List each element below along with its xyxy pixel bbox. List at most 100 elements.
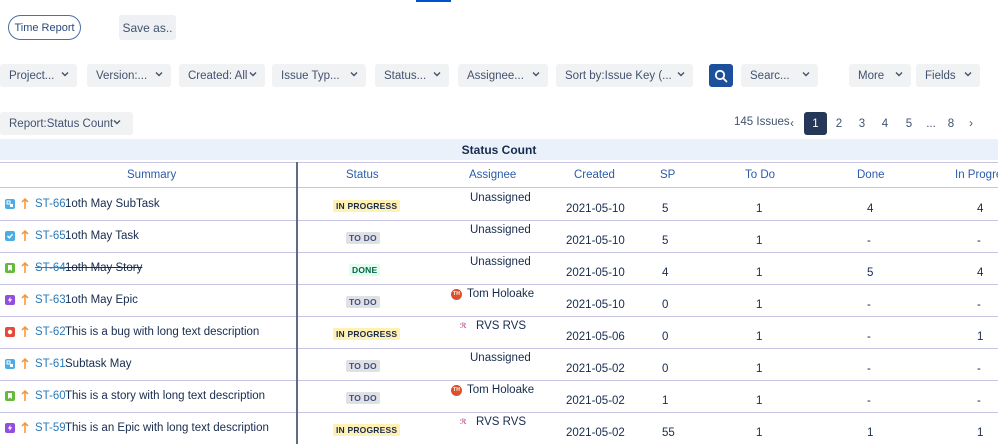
- version-filter[interactable]: Version:...: [87, 64, 171, 87]
- chevron-down-icon: [350, 70, 358, 78]
- todo-cell: 1: [756, 299, 763, 311]
- done-cell: 1: [867, 427, 874, 439]
- issue-key-link[interactable]: ST-62: [35, 326, 66, 338]
- search-button[interactable]: [709, 64, 733, 87]
- column-header-created[interactable]: Created: [574, 169, 615, 181]
- issue-key-link[interactable]: ST-61: [35, 358, 66, 370]
- column-header-done[interactable]: Done: [857, 169, 885, 181]
- chevron-down-icon: [802, 70, 810, 78]
- issue-summary[interactable]: This is an Epic with long text descripti…: [65, 422, 269, 434]
- column-header-status[interactable]: Status: [346, 169, 379, 181]
- table-row[interactable]: ST-60 This is a story with long text desc…: [0, 381, 998, 413]
- time-report-button[interactable]: Time Report: [8, 15, 81, 40]
- issue-key-link[interactable]: ST-60: [35, 390, 66, 402]
- issue-summary[interactable]: 1oth May Epic: [65, 294, 138, 306]
- page-1-button[interactable]: 1: [804, 112, 827, 135]
- assignee-name: Unassigned: [470, 224, 531, 236]
- assignee-cell: TH Tom Holoake: [451, 288, 534, 300]
- table-row[interactable]: ST-64 1oth May Story DONE Unassigned 2021-05…: [0, 253, 998, 285]
- sp-cell: 5: [662, 203, 669, 215]
- table-row[interactable]: ST-62 This is a bug with long text descri…: [0, 317, 998, 349]
- issue-key-link[interactable]: ST-64: [35, 262, 66, 274]
- status-badge: TO DO: [346, 296, 380, 308]
- created-cell: 2021-05-10: [566, 267, 625, 279]
- chevron-down-icon: [433, 70, 441, 78]
- column-header-summary[interactable]: Summary: [127, 169, 176, 181]
- column-header-sp[interactable]: SP: [660, 169, 675, 181]
- pagination-next[interactable]: ›: [964, 112, 978, 135]
- created-filter[interactable]: Created: All: [179, 64, 265, 87]
- sp-cell: 0: [662, 299, 669, 311]
- table-row[interactable]: ST-63 1oth May Epic TO DO TH Tom Holoake 2021…: [0, 285, 998, 317]
- todo-cell: 1: [756, 331, 763, 343]
- filter-label: Issue Typ...: [281, 69, 340, 82]
- page-4-button[interactable]: 4: [876, 112, 894, 135]
- fields-button[interactable]: Fields: [916, 64, 980, 87]
- column-header-assignee[interactable]: Assignee: [469, 169, 516, 181]
- page-3-button[interactable]: 3: [853, 112, 871, 135]
- issue-type-filter[interactable]: Issue Typ...: [272, 64, 366, 87]
- project-filter[interactable]: Project...: [0, 64, 77, 87]
- status-badge: TO DO: [346, 392, 380, 404]
- avatar: TH: [451, 384, 462, 396]
- issue-key-link[interactable]: ST-66: [35, 198, 66, 210]
- sp-cell: 5: [662, 235, 669, 247]
- arrow-up-icon: [21, 325, 29, 338]
- filter-label: Created: All: [188, 69, 248, 82]
- report-title: Status Count: [0, 139, 998, 160]
- column-header-todo[interactable]: To Do: [745, 169, 775, 181]
- assignee-cell: Unassigned: [470, 224, 531, 236]
- story-icon: [5, 263, 15, 273]
- issue-key-link[interactable]: ST-59: [35, 422, 66, 434]
- arrow-up-icon: [21, 197, 29, 210]
- created-cell: 2021-05-02: [566, 363, 625, 375]
- todo-cell: 1: [756, 203, 763, 215]
- page-5-button[interactable]: 5: [900, 112, 918, 135]
- status-filter[interactable]: Status...: [375, 64, 449, 87]
- report-type-select[interactable]: Report:Status Count: [0, 112, 133, 135]
- column-header-in-progress[interactable]: In Progress: [955, 169, 998, 181]
- created-cell: 2021-05-10: [566, 299, 625, 311]
- issue-summary[interactable]: 1oth May SubTask: [65, 198, 160, 210]
- top-tab-indicator: [416, 0, 451, 2]
- in-progress-cell: -: [977, 363, 981, 375]
- issue-summary[interactable]: This is a story with long text descripti…: [65, 390, 265, 402]
- sort-by-filter[interactable]: Sort by:Issue Key (...: [556, 64, 693, 87]
- column-divider[interactable]: [296, 162, 298, 444]
- issues-count: 145 Issues: [734, 116, 790, 128]
- page-8-button[interactable]: 8: [942, 112, 960, 135]
- assignee-name: Unassigned: [470, 192, 531, 204]
- assignee-filter[interactable]: Assignee...: [458, 64, 548, 87]
- arrow-up-icon: [21, 293, 29, 306]
- assignee-name: Tom Holoake: [467, 384, 535, 396]
- created-cell: 2021-05-10: [566, 203, 625, 215]
- issue-summary[interactable]: 1oth May Task: [65, 230, 139, 242]
- avatar: TH: [451, 288, 462, 300]
- todo-cell: 1: [756, 395, 763, 407]
- todo-cell: 1: [756, 427, 763, 439]
- issue-key-link[interactable]: ST-65: [35, 230, 66, 242]
- search-filter[interactable]: Searc...: [741, 64, 818, 87]
- done-cell: -: [867, 395, 871, 407]
- status-badge: TO DO: [346, 232, 380, 244]
- task-icon: [5, 231, 15, 241]
- issue-key-link[interactable]: ST-63: [35, 294, 66, 306]
- done-cell: 5: [867, 267, 874, 279]
- table-row[interactable]: ST-66 1oth May SubTask IN PROGRESS Unassign…: [0, 189, 998, 221]
- pagination-prev[interactable]: ‹: [785, 112, 799, 135]
- table-row[interactable]: ST-59 This is an Epic with long text desc…: [0, 413, 998, 444]
- table-row[interactable]: ST-65 1oth May Task TO DO Unassigned 2021-05…: [0, 221, 998, 253]
- table-header: Summary Status Assignee Created SP To Do…: [0, 162, 998, 188]
- issue-summary[interactable]: 1oth May Story: [65, 262, 142, 274]
- issue-summary[interactable]: This is a bug with long text description: [65, 326, 259, 338]
- page-2-button[interactable]: 2: [830, 112, 848, 135]
- issue-summary[interactable]: Subtask May: [65, 358, 131, 370]
- save-as-button[interactable]: Save as..: [119, 15, 176, 40]
- assignee-cell: Unassigned: [470, 256, 531, 268]
- done-cell: -: [867, 235, 871, 247]
- table-row[interactable]: ST-61 Subtask May TO DO Unassigned 2021-05-0…: [0, 349, 998, 381]
- chevron-down-icon: [155, 70, 163, 78]
- rvs-logo-icon: ℛ: [460, 419, 467, 426]
- created-cell: 2021-05-02: [566, 395, 625, 407]
- more-button[interactable]: More: [849, 64, 911, 87]
